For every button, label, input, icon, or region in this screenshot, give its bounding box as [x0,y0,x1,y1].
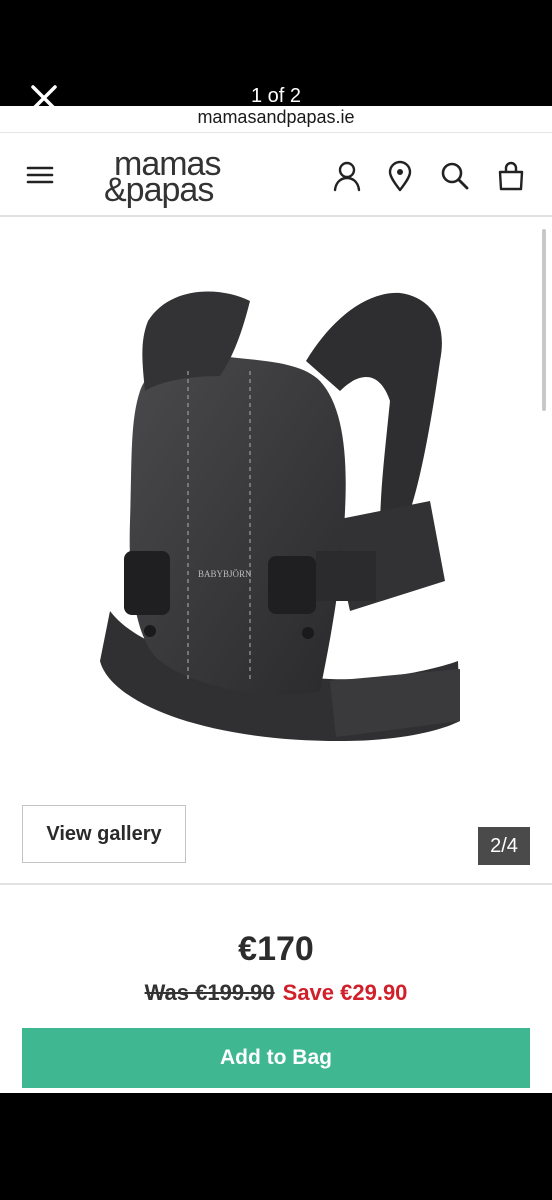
brand-logo[interactable]: mamas &papas [104,145,254,207]
baby-carrier-image: BABYBJÖRN [100,291,460,741]
carrier-brand-label: BABYBJÖRN [198,569,252,579]
image-counter: 1 of 2 [250,85,302,107]
viewer-top-bar: 1 of 2 [0,0,552,111]
store-locator-icon[interactable] [383,159,417,193]
was-price: Was €199.90 [144,980,275,1005]
view-gallery-button[interactable]: View gallery [22,805,186,863]
logo-line-2: &papas [104,171,214,209]
site-header: mamas &papas [0,133,552,217]
webpage-screenshot: mamasandpapas.ie mamas &papas BABYBJÖRN … [0,106,552,1093]
scrollbar[interactable] [542,229,546,411]
add-to-bag-button[interactable]: Add to Bag [22,1028,530,1088]
shopping-bag-icon[interactable] [494,159,528,193]
save-amount: Save €29.90 [282,980,408,1005]
search-icon[interactable] [438,159,472,193]
gallery-pager: 2/4 [478,827,530,865]
product-gallery[interactable]: BABYBJÖRN View gallery 2/4 [0,217,552,885]
url-bar[interactable]: mamasandpapas.ie [0,106,552,133]
price-block: €170 Was €199.90 Save €29.90 [0,929,552,1007]
account-icon[interactable] [330,159,364,193]
hamburger-menu-icon[interactable] [22,161,58,189]
current-price: €170 [238,930,314,968]
price-comparison: Was €199.90 Save €29.90 [0,979,552,1007]
viewer-bottom-bar [0,1093,552,1200]
